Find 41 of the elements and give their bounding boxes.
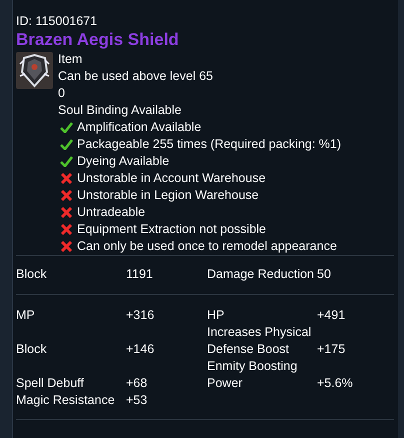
item-info: Item <box>58 51 84 68</box>
stat-label: Block <box>16 266 48 283</box>
check-icon <box>60 139 73 150</box>
item-info: 0 <box>58 85 66 102</box>
property-text: Untradeable <box>77 204 146 221</box>
stat-value: +175 <box>317 341 346 358</box>
property-text: Can only be used once to remodel appearance <box>77 238 337 255</box>
property-text: Packageable 255 times (Required packing: %1) <box>77 136 342 153</box>
stat-value: +5.6% <box>317 375 354 392</box>
property-text: Unstorable in Account Warehouse <box>77 170 266 187</box>
cross-icon <box>60 173 73 184</box>
check-icon <box>60 122 73 133</box>
stat-value: 1191 <box>126 266 154 283</box>
item-info: Can be used above level 65 <box>58 68 213 85</box>
shield-icon <box>16 52 53 89</box>
check-icon <box>60 156 73 167</box>
stat-label: MP <box>16 307 36 324</box>
stat-label: Damage Reduction <box>207 266 316 283</box>
item-info: Soul Binding Available <box>58 102 182 119</box>
property-text: Dyeing Available <box>77 153 170 170</box>
stat-label: Increases Physical Defense Boost <box>207 324 312 358</box>
stat-value: +68 <box>126 375 148 392</box>
property-text: Unstorable in Legion Warehouse <box>77 187 259 204</box>
stat-label: Block <box>16 341 48 358</box>
stat-value: +316 <box>126 307 156 324</box>
stat-label: Magic Resistance <box>16 392 116 409</box>
item-name: Brazen Aegis Shield <box>16 30 180 50</box>
stat-label: Spell Debuff <box>16 375 85 392</box>
cross-icon <box>60 241 73 252</box>
stat-value: +146 <box>126 341 156 358</box>
stat-label: HP <box>207 307 226 324</box>
property-text: Equipment Extraction not possible <box>77 221 266 238</box>
cross-icon <box>60 207 73 218</box>
property-text: Amplification Available <box>77 119 202 136</box>
item-id: ID: 115001671 <box>16 13 98 30</box>
stat-value: +491 <box>317 307 346 324</box>
cross-icon <box>60 190 73 201</box>
stat-label: Enmity Boosting Power <box>207 358 298 392</box>
stat-value: +53 <box>126 392 148 409</box>
cross-icon <box>60 224 73 235</box>
stat-value: 50 <box>317 266 332 283</box>
